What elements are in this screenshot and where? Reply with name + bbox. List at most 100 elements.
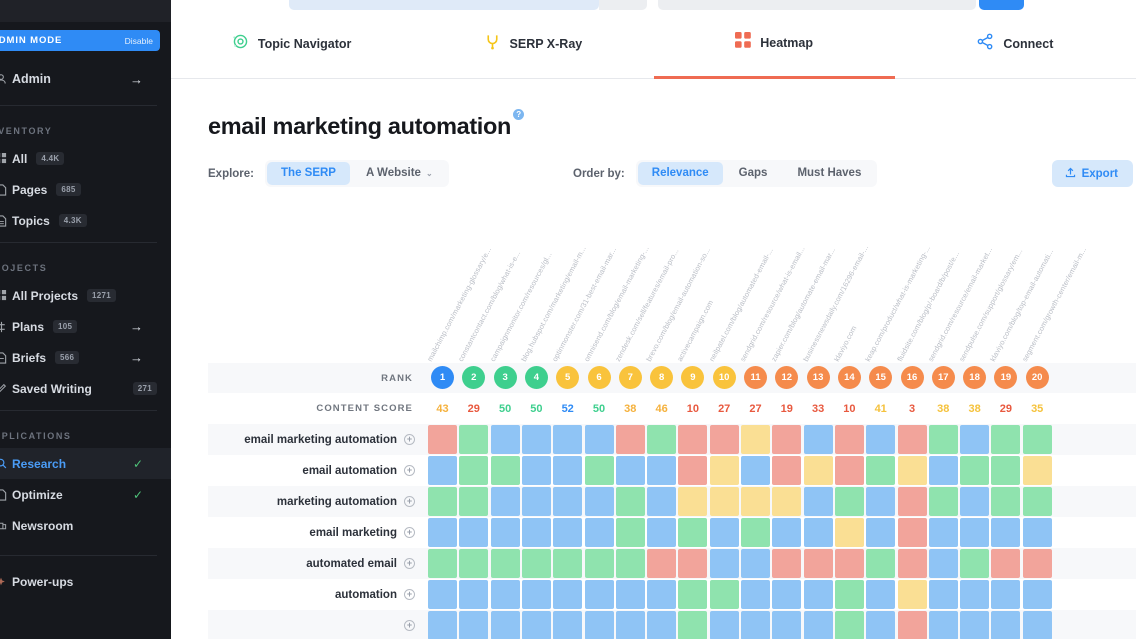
admin-mode-disable-button[interactable]: Disable [125,36,153,46]
heatmap-cell[interactable] [647,487,677,516]
column-header-url[interactable]: zapier.com/blog/automate-email-mar... [769,246,837,363]
heatmap-cell[interactable] [741,549,770,578]
heatmap-cell[interactable] [521,549,551,578]
heatmap-cell[interactable] [772,549,802,578]
column-header-url[interactable]: fluidsite.com/blog/p/-board/b/post/e... [895,250,961,363]
heatmap-cell[interactable] [521,456,551,485]
heatmap-cell[interactable] [928,580,958,609]
column-header-url[interactable]: blog.hubspot.com/marketing/email-m... [519,245,588,363]
add-term-icon[interactable]: + [404,527,415,538]
column-header-url[interactable]: keap.com/product/what-is-marketing-... [863,244,932,363]
heatmap-cell[interactable] [803,518,833,547]
heatmap-cell[interactable] [928,549,958,578]
order-option-relevance[interactable]: Relevance [637,162,723,185]
heatmap-cell[interactable] [803,549,833,578]
column-header-url[interactable]: omnisend.com/blog/email-marketing-... [582,245,651,363]
heatmap-cell[interactable] [1022,580,1052,609]
sidebar-user-arrow-icon[interactable]: → [130,72,143,87]
heatmap-cell[interactable] [928,425,958,454]
heatmap-cell[interactable] [678,611,708,639]
heatmap-cell[interactable] [772,580,802,609]
heatmap-cell[interactable] [709,580,739,609]
heatmap-cell[interactable] [459,611,489,639]
heatmap-cell[interactable] [709,518,739,547]
heatmap-cell[interactable] [741,487,770,516]
heatmap-cell[interactable] [803,456,833,485]
heatmap-cell[interactable] [897,518,927,547]
heatmap-cell[interactable] [928,611,958,639]
heatmap-cell[interactable] [741,456,770,485]
heatmap-cell[interactable] [928,456,958,485]
heatmap-cell[interactable] [678,456,708,485]
heatmap-cell[interactable] [647,611,677,639]
heatmap-cell[interactable] [960,487,990,516]
heatmap-cell[interactable] [834,487,864,516]
heatmap-cell[interactable] [709,549,739,578]
heatmap-cell[interactable] [772,487,802,516]
heatmap-cell[interactable] [741,425,770,454]
heatmap-cell[interactable] [615,518,645,547]
tab-heatmap[interactable]: Heatmap [653,10,895,79]
heatmap-cell[interactable] [803,580,833,609]
column-header-url[interactable]: segment.com/growth-center/email-m... [1020,246,1088,363]
heatmap-cell[interactable] [1022,425,1052,454]
heatmap-cell[interactable] [1022,611,1052,639]
heatmap-cell[interactable] [615,487,645,516]
sidebar-item-arrow-icon[interactable]: → [130,350,143,365]
sidebar-item-all[interactable]: All 4.4K [0,143,171,174]
add-term-icon[interactable]: + [404,496,415,507]
heatmap-cell[interactable] [709,487,739,516]
heatmap-cell[interactable] [866,425,896,454]
heatmap-cell[interactable] [521,580,551,609]
column-header-url[interactable]: sendpulse.com/support/glossary/em... [957,247,1024,363]
column-header-url[interactable]: zendesk.com/sell/features/email-pro... [613,247,680,363]
heatmap-cell[interactable] [490,580,520,609]
add-term-icon[interactable]: + [404,465,415,476]
heatmap-cell[interactable] [428,456,457,485]
heatmap-cell[interactable] [991,487,1021,516]
heatmap-cell[interactable] [428,518,457,547]
heatmap-cell[interactable] [584,549,614,578]
heatmap-cell[interactable] [584,456,614,485]
column-header-url[interactable]: campaignmonitor.com/resources/gl... [488,250,554,363]
heatmap-cell[interactable] [647,518,677,547]
heatmap-cell[interactable] [428,487,457,516]
heatmap-cell[interactable] [647,580,677,609]
add-term-icon[interactable]: + [404,589,415,600]
column-header-url[interactable]: mailchimp.com/marketing-glossary/e... [425,246,493,363]
heatmap-cell[interactable] [553,611,583,639]
heatmap-cell[interactable] [647,425,677,454]
sidebar-item-plans[interactable]: Plans 105 → [0,311,171,342]
add-term-icon[interactable]: + [404,434,415,445]
heatmap-cell[interactable] [584,487,614,516]
heatmap-cell[interactable] [428,549,457,578]
sidebar-user-row[interactable]: Admin → [0,59,171,99]
heatmap-cell[interactable] [991,611,1021,639]
heatmap-cell[interactable] [897,580,927,609]
tab-connect[interactable]: Connect [895,10,1136,79]
explore-option-a-website[interactable]: A Website ⌄ [352,162,447,185]
column-header-url[interactable]: klaviyo.com [832,324,858,363]
heatmap-cell[interactable] [584,611,614,639]
heatmap-cell[interactable] [584,580,614,609]
heatmap-cell[interactable] [866,549,896,578]
heatmap-cell[interactable] [490,549,520,578]
heatmap-cell[interactable] [428,425,457,454]
heatmap-cell[interactable] [897,425,927,454]
heatmap-row-term[interactable]: automation + [208,579,427,610]
column-header-url[interactable]: businessnewsdaily.com/16296-email-... [801,244,870,363]
search-submit-button[interactable] [979,0,1024,10]
heatmap-cell[interactable] [960,549,990,578]
sidebar-item-research[interactable]: Research ✓ [0,448,171,479]
heatmap-cell[interactable] [1022,487,1052,516]
heatmap-cell[interactable] [615,549,645,578]
heatmap-cell[interactable] [428,611,457,639]
tab-serp-xray[interactable]: SERP X-Ray [412,10,653,79]
column-header-url[interactable]: sendgrid.com/resource/email-market... [926,246,994,363]
heatmap-cell[interactable] [1022,456,1052,485]
heatmap-cell[interactable] [553,518,583,547]
heatmap-cell[interactable] [772,425,802,454]
heatmap-cell[interactable] [960,456,990,485]
heatmap-cell[interactable] [866,518,896,547]
search-dropdown[interactable] [599,0,647,10]
